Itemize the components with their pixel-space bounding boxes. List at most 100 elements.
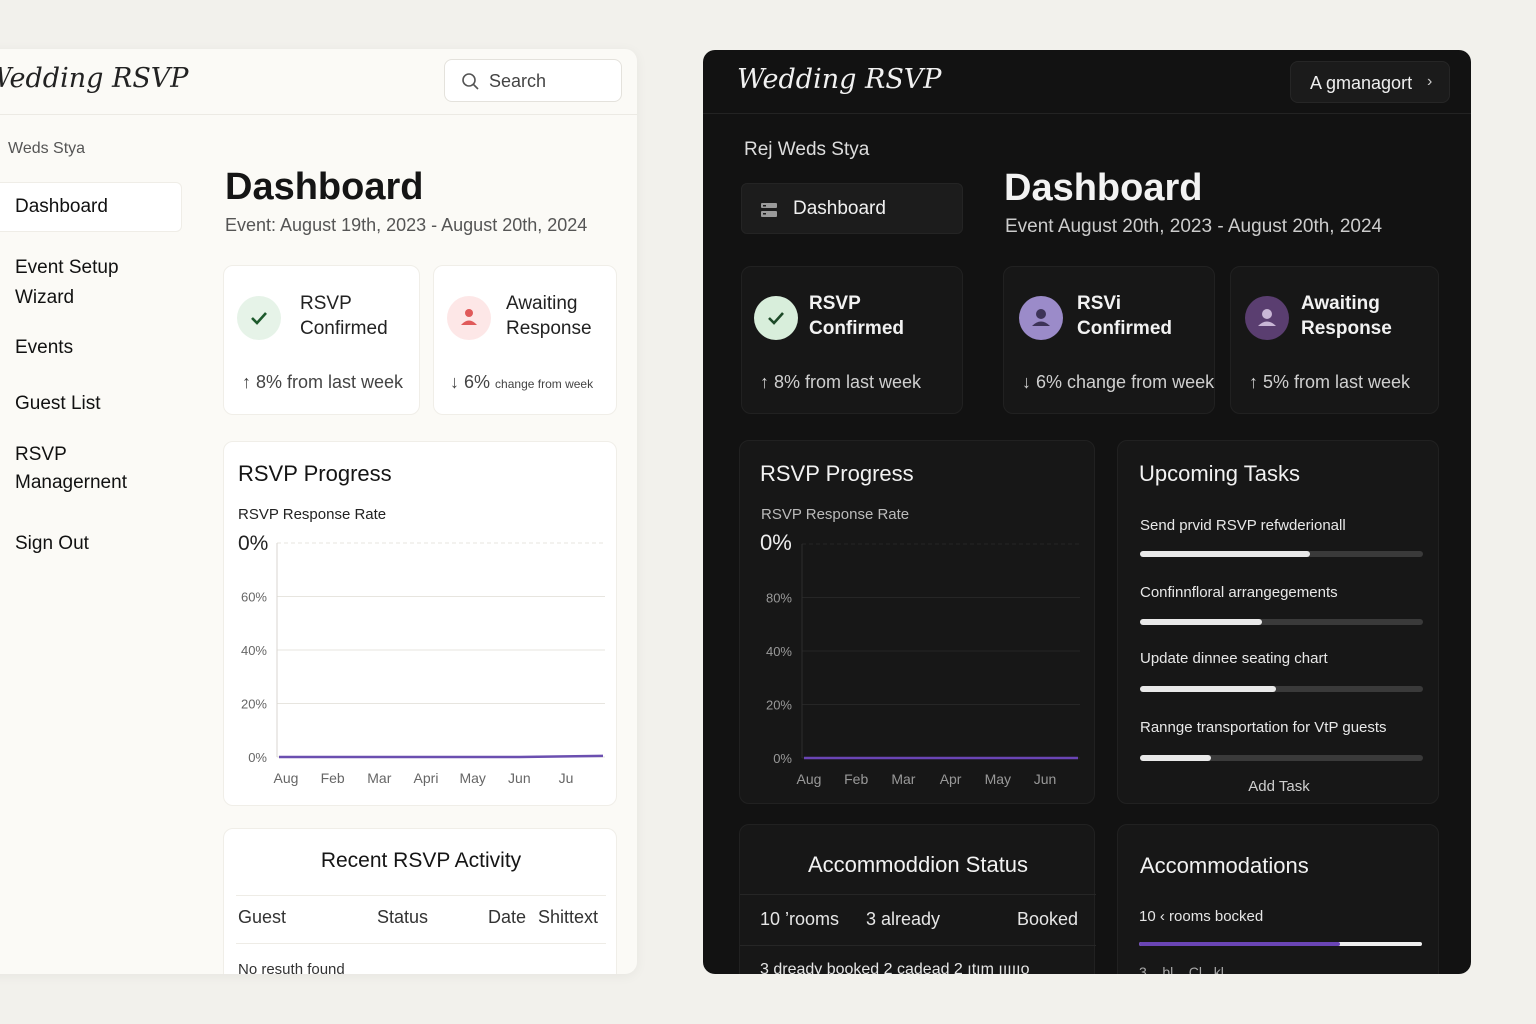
card-title: Accommoddion Status (807, 852, 1029, 877)
top-bar: Wedding RSVP A gmanagort › (703, 50, 1471, 114)
x-tick-label: Feb (321, 770, 345, 786)
nav-events[interactable]: Events (15, 333, 73, 363)
stat-trend: ↓ 6% change from week (1022, 372, 1215, 392)
page-title: Dashboard (225, 166, 424, 208)
rsvp-progress-card: RSVP Progress RSVP Response Rate 0% 60% 4… (223, 441, 617, 806)
check-icon (754, 296, 798, 340)
x-tick-label: Feb (844, 771, 868, 787)
x-tick-label: Ju (559, 770, 574, 786)
rooms-progress-fill (1139, 942, 1340, 946)
task-progress-fill (1140, 686, 1276, 692)
task-label[interactable]: Send prvid RSVP refwderionall (1140, 517, 1346, 534)
y-tick-label: 20% (241, 697, 267, 712)
empty-state-text: No resuth found (238, 961, 345, 974)
divider (740, 894, 1096, 895)
task-progress-fill (1140, 619, 1262, 625)
rooms-booked: 10 ‹ rooms bocked (1139, 908, 1264, 925)
x-tick-label: May (459, 770, 485, 786)
y-tick-label: 20% (766, 698, 792, 713)
rooms-already: 3 already (866, 909, 941, 929)
event-dates: Event August 20th, 2023 - August 20th, 2… (1005, 216, 1383, 237)
column-header-guest[interactable]: Guest (238, 907, 286, 928)
x-tick-label: Aug (274, 770, 299, 786)
stat-label: RSVi Confirmed (1077, 293, 1172, 339)
nav-sign-out[interactable]: Sign Out (15, 529, 89, 559)
task-progress-fill (1140, 551, 1310, 557)
y-tick-label: 80% (766, 591, 792, 606)
stat-trend-value: ↓ 6% (450, 372, 491, 392)
check-icon (237, 296, 281, 340)
stat-card-rsvp-confirmed: RSVP Confirmed ↑ 8% from last week (223, 265, 420, 415)
light-theme-panel: Wedding RSVP Search Weds Stya Dashboard … (0, 49, 637, 974)
x-tick-label: Apri (414, 770, 439, 786)
column-header-status[interactable]: Status (377, 907, 428, 928)
person-icon (1019, 296, 1063, 340)
page-title: Dashboard (1004, 167, 1203, 209)
stat-card-rsvp-confirmed-2: RSVi Confirmed ↓ 6% change from week (1003, 266, 1215, 414)
recent-activity-card: Recent RSVP Activity Guest Status Date S… (223, 828, 617, 974)
divider (740, 945, 1096, 946)
nav-event-setup-wizard[interactable]: Event Setup Wizard (15, 253, 119, 313)
card-title: Recent RSVP Activity (320, 849, 522, 872)
task-progress-bar (1140, 686, 1423, 692)
divider (236, 943, 606, 944)
task-label[interactable]: Rannge transportation for VtP guests (1140, 719, 1387, 736)
stat-card-awaiting-response: Awaiting Response ↓ 6% change from week (433, 265, 617, 415)
search-box[interactable]: Search (444, 59, 622, 102)
person-icon (447, 296, 491, 340)
app-logo: Wedding RSVP (0, 63, 189, 94)
x-tick-label: Mar (891, 771, 915, 787)
stat-card-rsvp-confirmed: RSVP Confirmed ↑ 8% from last week (741, 266, 963, 414)
nav-guest-list[interactable]: Guest List (15, 389, 101, 419)
series-line (279, 754, 604, 759)
nav-dashboard[interactable]: Dashboard (15, 192, 108, 222)
dashboard-icon (761, 203, 777, 217)
x-tick-label: Apr (940, 771, 962, 787)
stat-trend: ↓ 6% change from week (450, 372, 593, 393)
task-progress-fill (1140, 755, 1211, 761)
column-header-extra[interactable]: Shittext (538, 907, 598, 928)
search-placeholder: Search (489, 71, 547, 91)
nav-label: Dashboard (793, 198, 886, 219)
rooms-count: 10 ’rooms (760, 909, 840, 929)
rsvp-line-chart: 60% 40% 20% 0% Aug Feb Mar Apri May Jun Ju (241, 542, 605, 786)
column-header-date[interactable]: Date (488, 907, 526, 928)
stat-trend: ↑ 8% from last week (242, 372, 404, 392)
upcoming-tasks-card: Upcoming Tasks Send prvid RSVP refwderio… (1117, 440, 1439, 804)
stat-trend-caption: change from week (495, 377, 594, 391)
chevron-right-icon: › (1427, 73, 1433, 90)
x-tick-label: Mar (367, 770, 391, 786)
user-menu-button[interactable]: A gmanagort › (1290, 61, 1450, 103)
stat-label: Awaiting Response (1301, 293, 1392, 339)
stat-trend: ↑ 5% from last week (1249, 372, 1411, 392)
y-tick-label: 40% (766, 644, 792, 659)
nav-dashboard[interactable]: Dashboard (741, 183, 963, 234)
truncated-text: 3 ...bl... Cl...kl... (1139, 964, 1236, 974)
stat-trend: ↑ 8% from last week (760, 372, 922, 392)
accommodation-status-card: Accommoddion Status 10 ’rooms 3 already … (739, 824, 1096, 974)
person-icon (1245, 296, 1289, 340)
stat-card-awaiting-response: Awaiting Response ↑ 5% from last week (1230, 266, 1439, 414)
stat-label: RSVP Confirmed (809, 293, 904, 339)
rooms-booked-label: Booked (1017, 909, 1079, 929)
y-tick-label: 60% (241, 590, 267, 605)
card-title: Upcoming Tasks (1139, 461, 1300, 486)
add-task-button[interactable]: Add Task (1118, 778, 1440, 795)
top-bar: Wedding RSVP Search (0, 49, 637, 115)
event-dates: Event: August 19th, 2023 - August 20th, … (225, 215, 588, 235)
stat-label: Awaiting Response (506, 293, 592, 339)
task-label[interactable]: Update dinnee seating chart (1140, 650, 1328, 667)
y-tick-label: 0% (773, 751, 792, 766)
stat-label: RSVP Confirmed (300, 293, 388, 339)
card-title: Accommodations (1140, 853, 1309, 878)
divider (236, 895, 606, 896)
task-progress-bar (1140, 755, 1423, 761)
task-progress-bar (1140, 551, 1423, 557)
couple-name: Rej Weds Stya (744, 139, 870, 160)
rsvp-progress-card: RSVP Progress RSVP Response Rate 0% 80% 4… (739, 440, 1095, 804)
task-progress-bar (1140, 619, 1423, 625)
rooms-progress-bar (1139, 942, 1422, 946)
task-label[interactable]: Confinnfloral arrangegements (1140, 584, 1338, 601)
user-label: A gmanagort (1310, 73, 1413, 93)
nav-rsvp-management[interactable]: RSVP Managernent (15, 441, 127, 497)
